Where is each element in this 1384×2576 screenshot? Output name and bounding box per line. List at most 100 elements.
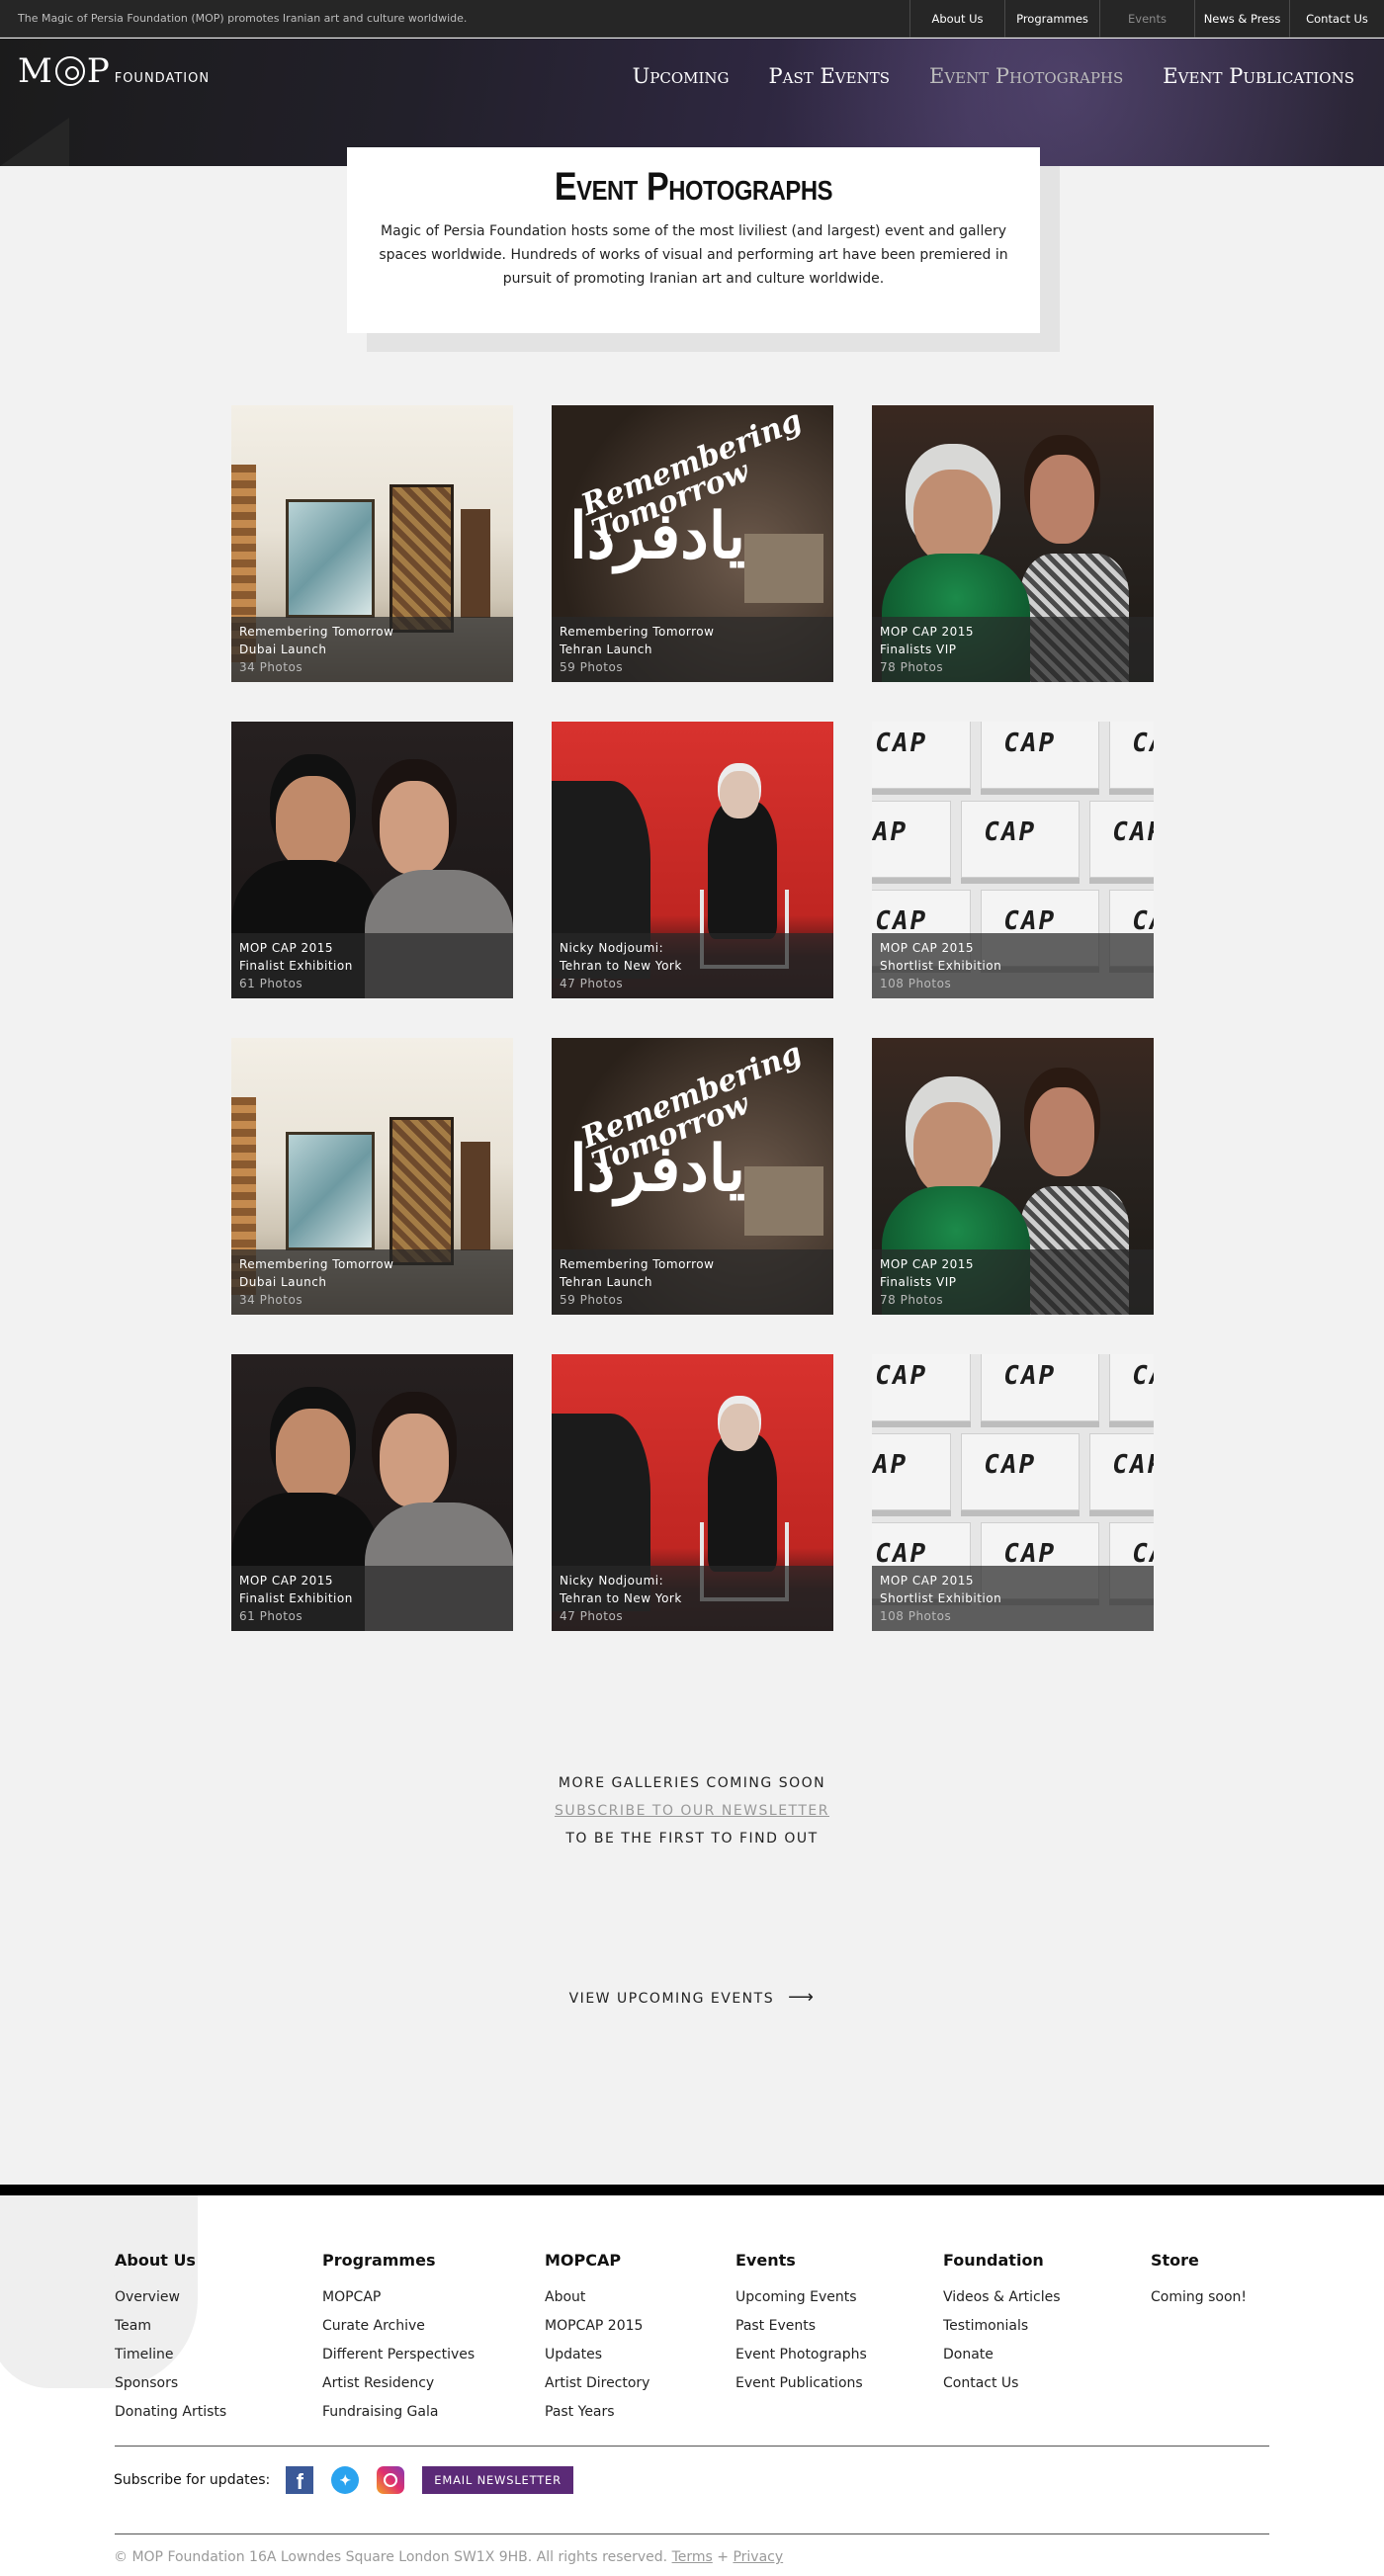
gallery-tile[interactable]: Remembering Tomorrow Dubai Launch 34 Photo…	[231, 1038, 513, 1315]
view-upcoming-events-link[interactable]: VIEW UPCOMING EVENTS ⟶	[0, 1987, 1384, 2008]
footer-link[interactable]: MOPCAP 2015	[545, 2312, 735, 2341]
photo-box	[981, 1354, 1099, 1421]
photo-person	[1030, 455, 1094, 544]
footer-link[interactable]: Fundraising Gala	[322, 2398, 545, 2427]
gallery-tile[interactable]: Nicky Nodjoumi: Tehran to New York 47 Phot…	[552, 1354, 833, 1631]
topnav-programmes[interactable]: Programmes	[1004, 0, 1099, 38]
gallery-tile[interactable]: MOP CAP 2015 Finalist Exhibition 61 Photos	[231, 722, 513, 998]
facebook-icon[interactable]: f	[286, 2466, 314, 2494]
gallery-tile[interactable]: Nicky Nodjoumi: Tehran to New York 47 Phot…	[552, 722, 833, 998]
footer-link[interactable]: Overview	[115, 2283, 322, 2312]
gallery-caption: MOP CAP 2015 Shortlist Exhibition 108 Phot…	[872, 1566, 1154, 1631]
gallery-tile[interactable]: MOP CAP 2015 Shortlist Exhibition 108 Phot…	[872, 1354, 1154, 1631]
topnav-events[interactable]: Events	[1099, 0, 1194, 38]
footer-link[interactable]: Sponsors	[115, 2369, 322, 2398]
gallery-caption: Nicky Nodjoumi: Tehran to New York 47 Phot…	[552, 933, 833, 998]
nav-event-publications[interactable]: Event Publications	[1163, 64, 1354, 88]
photo-wall	[744, 1166, 823, 1236]
footer-column-title: About Us	[115, 2251, 196, 2270]
gallery-caption: MOP CAP 2015 Finalist Exhibition 61 Photos	[231, 1566, 513, 1631]
gallery-tile[interactable]: MOP CAP 2015 Shortlist Exhibition 108 Phot…	[872, 722, 1154, 998]
footer-link[interactable]: Videos & Articles	[943, 2283, 1151, 2312]
footer-divider-2	[115, 2533, 1269, 2534]
photo-person	[380, 781, 449, 875]
photo-box	[1109, 722, 1154, 789]
footer-link[interactable]: Timeline	[115, 2341, 322, 2369]
site-tagline: The Magic of Persia Foundation (MOP) pro…	[18, 12, 468, 25]
twitter-icon[interactable]: ✦	[331, 2466, 360, 2494]
footer-link[interactable]: Coming soon!	[1151, 2283, 1269, 2312]
footer-column-title: MOPCAP	[545, 2251, 622, 2270]
footer-link[interactable]: Past Years	[545, 2398, 735, 2427]
gallery-photo-count: 61 Photos	[239, 977, 303, 990]
gallery-caption: Remembering Tomorrow Tehran Launch 59 Phot…	[552, 1249, 833, 1315]
footer-link[interactable]: Donating Artists	[115, 2398, 322, 2427]
nav-upcoming[interactable]: Upcoming	[633, 64, 730, 88]
gallery-caption: MOP CAP 2015 Finalists VIP 78 Photos	[872, 1249, 1154, 1315]
footer-link[interactable]: Artist Residency	[322, 2369, 545, 2398]
gallery-tile[interactable]: Remembering Tomorrow Dubai Launch 34 Photo…	[231, 405, 513, 682]
footer-link[interactable]: About	[545, 2283, 735, 2312]
gallery-tile[interactable]: MOP CAP 2015 Finalist Exhibition 61 Photos	[231, 1354, 513, 1631]
subscribe-label: Subscribe for updates:	[114, 2472, 271, 2488]
gallery-title: Nicky Nodjoumi:	[560, 1574, 664, 1588]
footer-link[interactable]: Different Perspectives	[322, 2341, 545, 2369]
gallery-subtitle: Shortlist Exhibition	[880, 959, 1002, 973]
topnav-news-press[interactable]: News & Press	[1194, 0, 1289, 38]
footer-link[interactable]: Contact Us	[943, 2369, 1151, 2398]
link-separator: +	[717, 2549, 729, 2565]
artwork-panel	[461, 1142, 490, 1250]
gallery-photo-count: 59 Photos	[560, 1293, 624, 1307]
top-bar: The Magic of Persia Foundation (MOP) pro…	[0, 0, 1384, 38]
gallery-tile[interactable]: MOP CAP 2015 Finalists VIP 78 Photos	[872, 1038, 1154, 1315]
footer-column-title: Store	[1151, 2251, 1199, 2270]
footer-column: MOPCAP About MOPCAP 2015 Updates Artist Dire…	[545, 2251, 735, 2427]
coming-soon-block: MORE GALLERIES COMING SOON SUBSCRIBE TO …	[0, 1769, 1384, 1852]
utility-nav: About Us Programmes Events News & Press …	[909, 0, 1384, 38]
instagram-icon[interactable]	[377, 2466, 405, 2494]
footer-column: Store Coming soon!	[1151, 2251, 1269, 2427]
logo-word: FOUNDATION	[114, 71, 211, 86]
gallery-title: MOP CAP 2015	[239, 1574, 334, 1588]
gallery-caption: MOP CAP 2015 Shortlist Exhibition 108 Phot…	[872, 933, 1154, 998]
gallery-title: MOP CAP 2015	[239, 941, 334, 955]
subscribe-newsletter-link[interactable]: SUBSCRIBE TO OUR NEWSLETTER	[555, 1803, 829, 1819]
email-newsletter-button[interactable]: EMAIL NEWSLETTER	[422, 2466, 573, 2494]
photo-box	[872, 1433, 951, 1510]
footer-link[interactable]: Upcoming Events	[735, 2283, 943, 2312]
gallery-title: MOP CAP 2015	[880, 625, 975, 639]
footer-link[interactable]: Curate Archive	[322, 2312, 545, 2341]
nav-event-photographs[interactable]: Event Photographs	[929, 64, 1123, 88]
footer-link[interactable]: Artist Directory	[545, 2369, 735, 2398]
gallery-subtitle: Tehran Launch	[560, 643, 652, 656]
photo-box	[1089, 1433, 1154, 1510]
footer-link[interactable]: Past Events	[735, 2312, 943, 2341]
artwork-panel	[389, 484, 454, 633]
gallery-tile[interactable]: Remembering Tomorrow یادفردا Remembering T…	[552, 1038, 833, 1315]
footer-link[interactable]: Team	[115, 2312, 322, 2341]
footer-link[interactable]: Donate	[943, 2341, 1151, 2369]
nav-past-events[interactable]: Past Events	[769, 64, 890, 88]
photo-person	[708, 1433, 777, 1572]
topnav-about-us[interactable]: About Us	[909, 0, 1004, 38]
footer-link[interactable]: Event Publications	[735, 2369, 943, 2398]
gallery-subtitle: Tehran to New York	[560, 959, 682, 973]
footer-link[interactable]: Event Photographs	[735, 2341, 943, 2369]
gallery-photo-count: 78 Photos	[880, 660, 944, 674]
photo-person	[276, 776, 350, 870]
topnav-contact-us[interactable]: Contact Us	[1289, 0, 1384, 38]
terms-link[interactable]: Terms	[672, 2549, 713, 2565]
gallery-title: Remembering Tomorrow	[560, 625, 715, 639]
gallery-tile[interactable]: Remembering Tomorrow یادفردا Remembering T…	[552, 405, 833, 682]
site-logo[interactable]: MP FOUNDATION	[18, 54, 210, 88]
privacy-link[interactable]: Privacy	[733, 2549, 783, 2565]
gallery-tile[interactable]: MOP CAP 2015 Finalists VIP 78 Photos	[872, 405, 1154, 682]
photo-person	[913, 470, 993, 563]
photo-box	[1109, 1354, 1154, 1421]
footer-link[interactable]: Updates	[545, 2341, 735, 2369]
photo-person	[1030, 1087, 1094, 1176]
intro-card: Event Photographs Magic of Persia Founda…	[347, 147, 1040, 333]
gallery-subtitle: Tehran Launch	[560, 1275, 652, 1289]
footer-link[interactable]: Testimonials	[943, 2312, 1151, 2341]
footer-link[interactable]: MOPCAP	[322, 2283, 545, 2312]
